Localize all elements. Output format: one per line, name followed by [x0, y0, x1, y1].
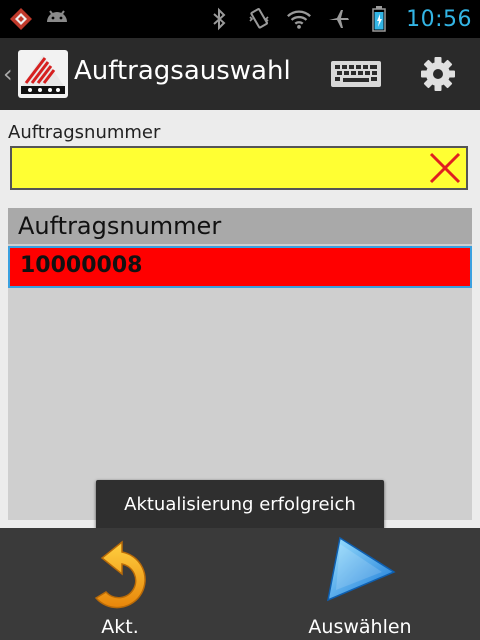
- search-label: Auftragsnummer: [8, 122, 161, 143]
- vibrate-icon: [246, 6, 272, 32]
- gear-icon[interactable]: [420, 56, 456, 92]
- action-bar: ‹ Auftragsauswahl: [0, 38, 480, 110]
- select-button[interactable]: Auswählen: [240, 528, 480, 640]
- list-header-label: Auftragsnummer: [18, 212, 222, 240]
- bottom-bar: Akt. Auswählen: [0, 528, 480, 640]
- list-header: Auftragsnummer: [8, 208, 472, 244]
- status-bar: 10:56: [0, 0, 480, 38]
- main-content: Auftragsnummer Auftragsnummer 10000008: [0, 110, 480, 528]
- battery-icon: [366, 6, 392, 32]
- android-icon: [44, 6, 70, 32]
- wifi-icon: [286, 6, 312, 32]
- app-notification-icon: [8, 6, 34, 32]
- refresh-arrow-icon: [80, 536, 158, 618]
- close-icon[interactable]: [428, 151, 462, 185]
- select-label: Auswählen: [308, 616, 412, 638]
- page-title: Auftragsauswahl: [74, 56, 291, 86]
- toast-message: Aktualisierung erfolgreich: [124, 494, 356, 515]
- list-item-value: 10000008: [20, 253, 143, 278]
- keyboard-icon[interactable]: [330, 58, 382, 90]
- bluetooth-icon: [206, 6, 232, 32]
- toast: Aktualisierung erfolgreich: [96, 480, 384, 530]
- airplane-icon: [326, 6, 352, 32]
- order-list: Auftragsnummer 10000008: [8, 208, 472, 520]
- list-item[interactable]: 10000008: [8, 246, 472, 288]
- refresh-label: Akt.: [101, 616, 139, 638]
- search-input[interactable]: [18, 148, 422, 190]
- app-logo[interactable]: [18, 50, 68, 98]
- search-field[interactable]: [10, 146, 468, 190]
- chevron-left-icon[interactable]: ‹: [3, 60, 13, 88]
- refresh-button[interactable]: Akt.: [0, 528, 240, 640]
- play-triangle-icon: [322, 534, 398, 610]
- status-clock: 10:56: [406, 6, 472, 32]
